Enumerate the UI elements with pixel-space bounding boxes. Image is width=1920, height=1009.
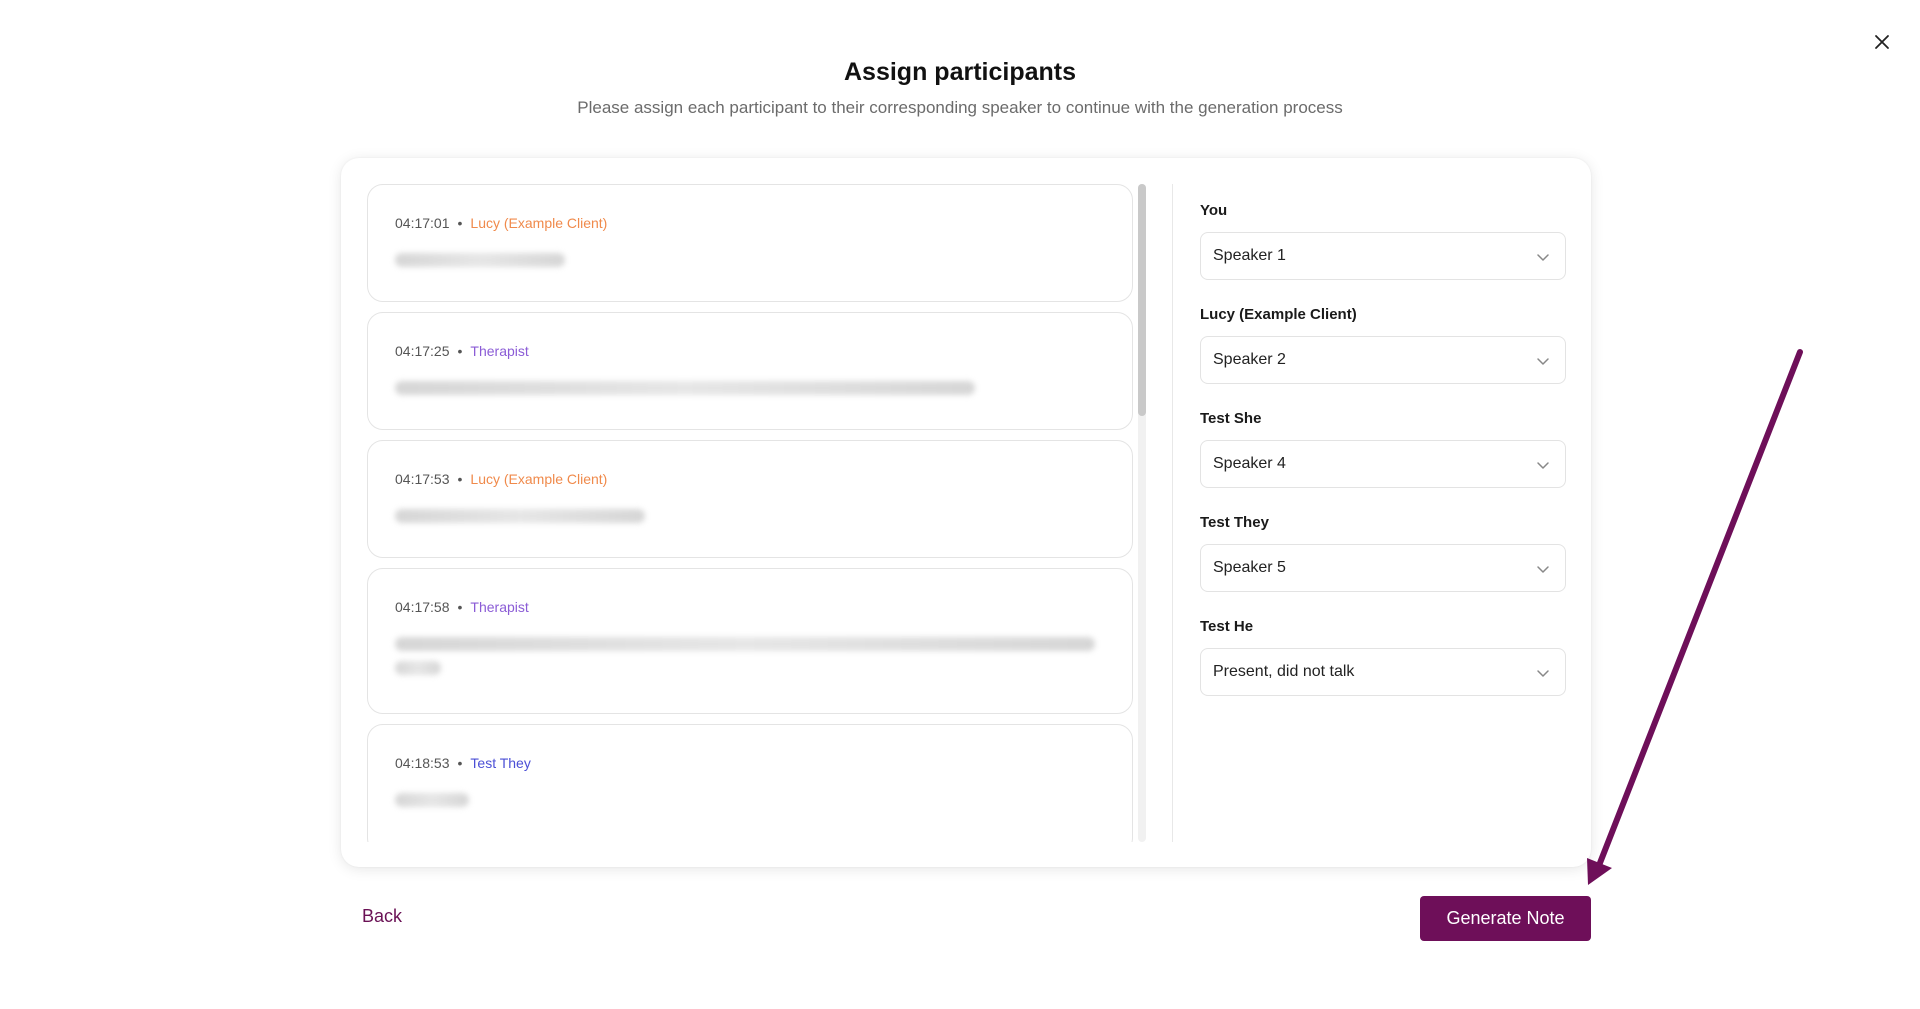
separator-dot: •	[457, 471, 463, 487]
dialog-title: Assign participants	[844, 58, 1076, 86]
separator-dot: •	[457, 343, 463, 359]
message-speaker: Test They	[470, 755, 531, 771]
transcript-message: 04:17:53 • Lucy (Example Client)	[367, 440, 1133, 558]
blurred-message-text	[395, 381, 975, 395]
assignment-card: 04:17:01 • Lucy (Example Client) 04:17:2…	[341, 158, 1591, 867]
chevron-down-icon	[1537, 566, 1549, 573]
select-value: Speaker 1	[1213, 247, 1286, 264]
chevron-down-icon	[1537, 254, 1549, 261]
message-timestamp: 04:17:01	[395, 215, 450, 231]
blurred-message-text	[395, 661, 441, 675]
select-value: Speaker 2	[1213, 351, 1286, 368]
transcript-message: 04:18:53 • Test They	[367, 724, 1133, 842]
message-timestamp: 04:17:53	[395, 471, 450, 487]
message-timestamp: 04:17:25	[395, 343, 450, 359]
assignment-field-lucy: Lucy (Example Client) Speaker 2	[1200, 306, 1566, 384]
assignment-field-test-he: Test He Present, did not talk	[1200, 618, 1566, 696]
assignment-field-test-they: Test They Speaker 5	[1200, 514, 1566, 592]
back-button[interactable]: Back	[362, 906, 402, 927]
speaker-select-lucy[interactable]: Speaker 2	[1200, 336, 1566, 384]
field-label: You	[1200, 202, 1228, 219]
panel-divider	[1172, 184, 1173, 842]
chevron-down-icon	[1537, 670, 1549, 677]
transcript-message: 04:17:01 • Lucy (Example Client)	[367, 184, 1133, 302]
select-value: Speaker 4	[1213, 455, 1286, 472]
message-timestamp: 04:18:53	[395, 755, 450, 771]
blurred-message-text	[395, 253, 565, 267]
blurred-message-text	[395, 637, 1095, 651]
assignment-field-you: You Speaker 1	[1200, 202, 1566, 280]
separator-dot: •	[457, 755, 463, 771]
speaker-select-you[interactable]: Speaker 1	[1200, 232, 1566, 280]
chevron-down-icon	[1537, 462, 1549, 469]
message-speaker: Lucy (Example Client)	[470, 215, 608, 231]
transcript-scrollbar[interactable]	[1138, 184, 1146, 842]
separator-dot: •	[457, 215, 463, 231]
speaker-select-test-he[interactable]: Present, did not talk	[1200, 648, 1566, 696]
chevron-down-icon	[1537, 358, 1549, 365]
field-label: Lucy (Example Client)	[1200, 306, 1357, 323]
message-speaker: Lucy (Example Client)	[470, 471, 608, 487]
blurred-message-text	[395, 793, 469, 807]
speaker-select-test-she[interactable]: Speaker 4	[1200, 440, 1566, 488]
field-label: Test They	[1200, 514, 1269, 531]
transcript-message: 04:17:58 • Therapist	[367, 568, 1133, 714]
message-timestamp: 04:17:58	[395, 599, 450, 615]
close-button[interactable]	[1868, 28, 1896, 56]
field-label: Test She	[1200, 410, 1262, 427]
transcript-list[interactable]: 04:17:01 • Lucy (Example Client) 04:17:2…	[367, 184, 1147, 842]
speaker-assignments: You Speaker 1 Lucy (Example Client) Spea…	[1200, 202, 1566, 722]
scrollbar-thumb[interactable]	[1138, 184, 1146, 416]
generate-note-button[interactable]: Generate Note	[1420, 896, 1591, 941]
assign-participants-page: Assign participants Please assign each p…	[0, 0, 1920, 1009]
select-value: Speaker 5	[1213, 559, 1286, 576]
select-value: Present, did not talk	[1213, 663, 1355, 680]
dialog-subtitle: Please assign each participant to their …	[577, 98, 1343, 117]
assignment-field-test-she: Test She Speaker 4	[1200, 410, 1566, 488]
separator-dot: •	[457, 599, 463, 615]
field-label: Test He	[1200, 618, 1254, 635]
speaker-select-test-they[interactable]: Speaker 5	[1200, 544, 1566, 592]
close-icon	[1875, 35, 1889, 49]
message-speaker: Therapist	[470, 343, 529, 359]
blurred-message-text	[395, 509, 645, 523]
transcript-message: 04:17:25 • Therapist	[367, 312, 1133, 430]
message-speaker: Therapist	[470, 599, 529, 615]
